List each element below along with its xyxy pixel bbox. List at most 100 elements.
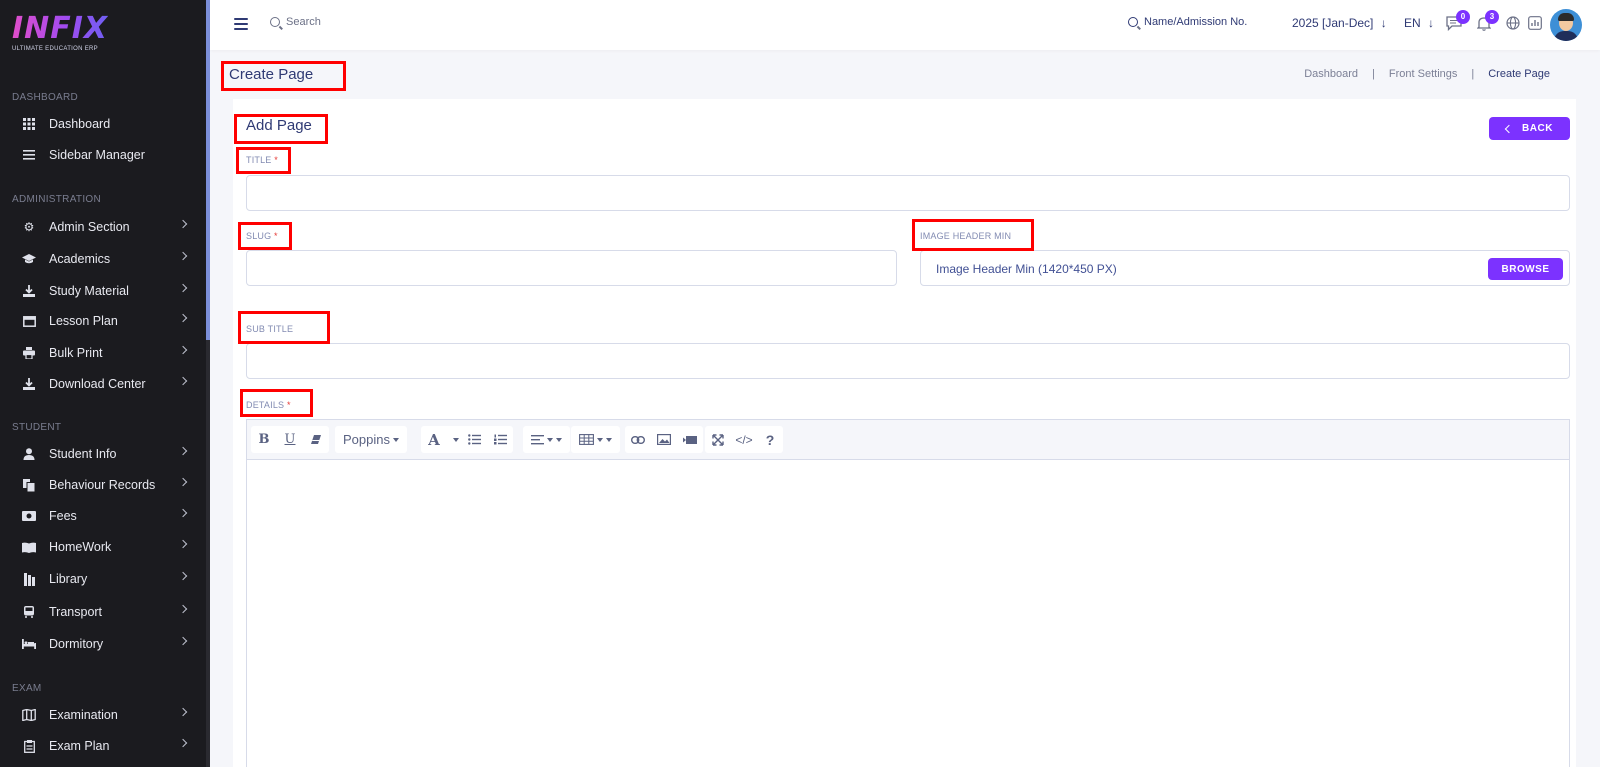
chevron-right-icon	[178, 571, 188, 581]
menu-toggle-icon[interactable]	[234, 18, 248, 30]
sidebar-item-label: Transport	[49, 605, 103, 619]
chevron-right-icon	[178, 539, 188, 549]
sidebar-item-label: Dashboard	[49, 117, 111, 131]
required-mark: *	[286, 400, 291, 410]
nav-section-dashboard: DASHBOARD	[12, 92, 79, 103]
chevron-right-icon	[178, 604, 188, 614]
code-view-button[interactable]: </>	[731, 426, 757, 453]
caret-down-icon	[597, 437, 603, 442]
brand-logo[interactable]: INFIX ULTIMATE EDUCATION ERP	[12, 14, 108, 53]
language-value: EN	[1404, 16, 1421, 30]
sidebar-item-library[interactable]: Library	[0, 565, 206, 593]
sidebar-item-transport[interactable]: Transport	[0, 598, 206, 626]
sidebar-scrollbar[interactable]	[206, 0, 210, 767]
sidebar-item-study-material[interactable]: Study Material	[0, 277, 206, 305]
link-button[interactable]	[625, 426, 651, 453]
user-icon	[22, 447, 36, 461]
toolbar-group-font: Poppins	[335, 426, 407, 453]
sidebar-item-download-center[interactable]: Download Center	[0, 370, 206, 398]
sidebar-item-exam-plan[interactable]: Exam Plan	[0, 732, 206, 760]
academic-year-select[interactable]: 2025 [Jan-Dec] ↓	[1292, 16, 1387, 30]
sidebar-item-bulk-print[interactable]: Bulk Print	[0, 339, 206, 367]
chevron-right-icon	[178, 313, 188, 323]
sidebar-item-lesson-plan[interactable]: Lesson Plan	[0, 307, 206, 335]
toolbar-group-view: </> ?	[705, 426, 783, 453]
sidebar-item-label: Lesson Plan	[49, 314, 118, 328]
caret-down-icon	[392, 437, 399, 442]
chevron-right-icon	[178, 345, 188, 355]
ordered-list-button[interactable]	[487, 426, 513, 453]
printer-icon	[22, 346, 36, 360]
sidebar-item-dormitory[interactable]: Dormitory	[0, 630, 206, 658]
editor-content-area[interactable]	[247, 460, 1569, 767]
money-icon	[22, 509, 36, 523]
messages-badge: 0	[1456, 10, 1470, 24]
nav-section-exam: EXAM	[12, 683, 42, 694]
help-button[interactable]: ?	[757, 426, 783, 453]
sidebar-item-label: Bulk Print	[49, 346, 103, 360]
details-label-text: DETAILS	[246, 400, 285, 410]
video-button[interactable]	[677, 426, 703, 453]
messages-button[interactable]: 0	[1446, 10, 1470, 32]
breadcrumb: Dashboard | Front Settings | Create Page	[1304, 68, 1550, 80]
sidebar-item-behaviour-records[interactable]: Behaviour Records	[0, 471, 206, 499]
website-button[interactable]	[1505, 16, 1521, 32]
caret-down-icon	[452, 437, 459, 442]
font-family-select[interactable]: Poppins	[335, 426, 407, 453]
table-icon	[579, 434, 594, 445]
back-button[interactable]: BACK	[1489, 117, 1570, 140]
slug-input[interactable]	[246, 250, 897, 286]
sidebar-item-label: Download Center	[49, 377, 146, 391]
unordered-list-button[interactable]	[461, 426, 487, 453]
font-color-dropdown[interactable]	[447, 426, 461, 453]
language-select[interactable]: EN ↓	[1404, 16, 1434, 30]
book-icon	[22, 314, 36, 328]
sidebar-item-label: Fees	[49, 509, 77, 523]
breadcrumb-dashboard[interactable]: Dashboard	[1304, 68, 1358, 80]
arrow-down-icon: ↓	[1380, 16, 1387, 30]
eraser-button[interactable]	[303, 426, 329, 453]
list-icon	[22, 148, 36, 162]
image-button[interactable]	[651, 426, 677, 453]
title-input[interactable]	[246, 175, 1570, 211]
align-dropdown[interactable]	[523, 426, 570, 453]
sidebar-item-academics[interactable]: Academics	[0, 245, 206, 273]
sidebar-item-homework[interactable]: HomeWork	[0, 533, 206, 561]
scrollbar-thumb[interactable]	[206, 340, 210, 767]
notifications-button[interactable]: 3	[1476, 10, 1499, 32]
sidebar-item-sidebar-manager[interactable]: Sidebar Manager	[0, 141, 206, 169]
sidebar-item-examination[interactable]: Examination	[0, 701, 206, 729]
arrow-down-icon: ↓	[1428, 16, 1435, 30]
sidebar-item-dashboard[interactable]: Dashboard	[0, 110, 206, 138]
admin-icon: ⚙	[23, 220, 35, 234]
caret-down-icon	[547, 437, 553, 442]
chevron-right-icon	[178, 219, 188, 229]
search-icon	[1128, 17, 1138, 27]
underline-button[interactable]: U	[277, 426, 303, 453]
numbered-list-icon	[493, 434, 507, 445]
sidebar-item-student-info[interactable]: Student Info	[0, 440, 206, 468]
sidebar-item-label: Student Info	[49, 447, 117, 461]
image-header-file-field[interactable]: Image Header Min (1420*450 PX)	[920, 250, 1570, 286]
academic-year-value: 2025 [Jan-Dec]	[1292, 16, 1374, 30]
reports-button[interactable]	[1527, 16, 1543, 32]
global-search[interactable]: Search	[270, 16, 321, 28]
browse-button[interactable]: BROWSE	[1488, 258, 1563, 280]
breadcrumb-current: Create Page	[1488, 68, 1550, 80]
subtitle-label: SUB TITLE	[246, 324, 294, 334]
sidebar-item-label: Study Material	[49, 284, 129, 298]
fullscreen-button[interactable]	[705, 426, 731, 453]
breadcrumb-front-settings[interactable]: Front Settings	[1389, 68, 1457, 80]
student-search-label: Name/Admission No.	[1144, 16, 1248, 28]
slug-label-text: SLUG	[246, 231, 272, 241]
sidebar-item-admin-section[interactable]: ⚙ Admin Section	[0, 213, 206, 241]
student-search[interactable]: Name/Admission No.	[1128, 16, 1247, 28]
image-header-label: IMAGE HEADER MIN	[920, 231, 1012, 241]
avatar[interactable]	[1550, 9, 1582, 41]
bold-button[interactable]: B	[251, 426, 277, 453]
font-color-button[interactable]: A	[421, 426, 447, 453]
table-dropdown[interactable]	[571, 426, 620, 453]
subtitle-input[interactable]	[246, 343, 1570, 379]
sidebar-item-label: Examination	[49, 708, 118, 722]
sidebar-item-fees[interactable]: Fees	[0, 502, 206, 530]
